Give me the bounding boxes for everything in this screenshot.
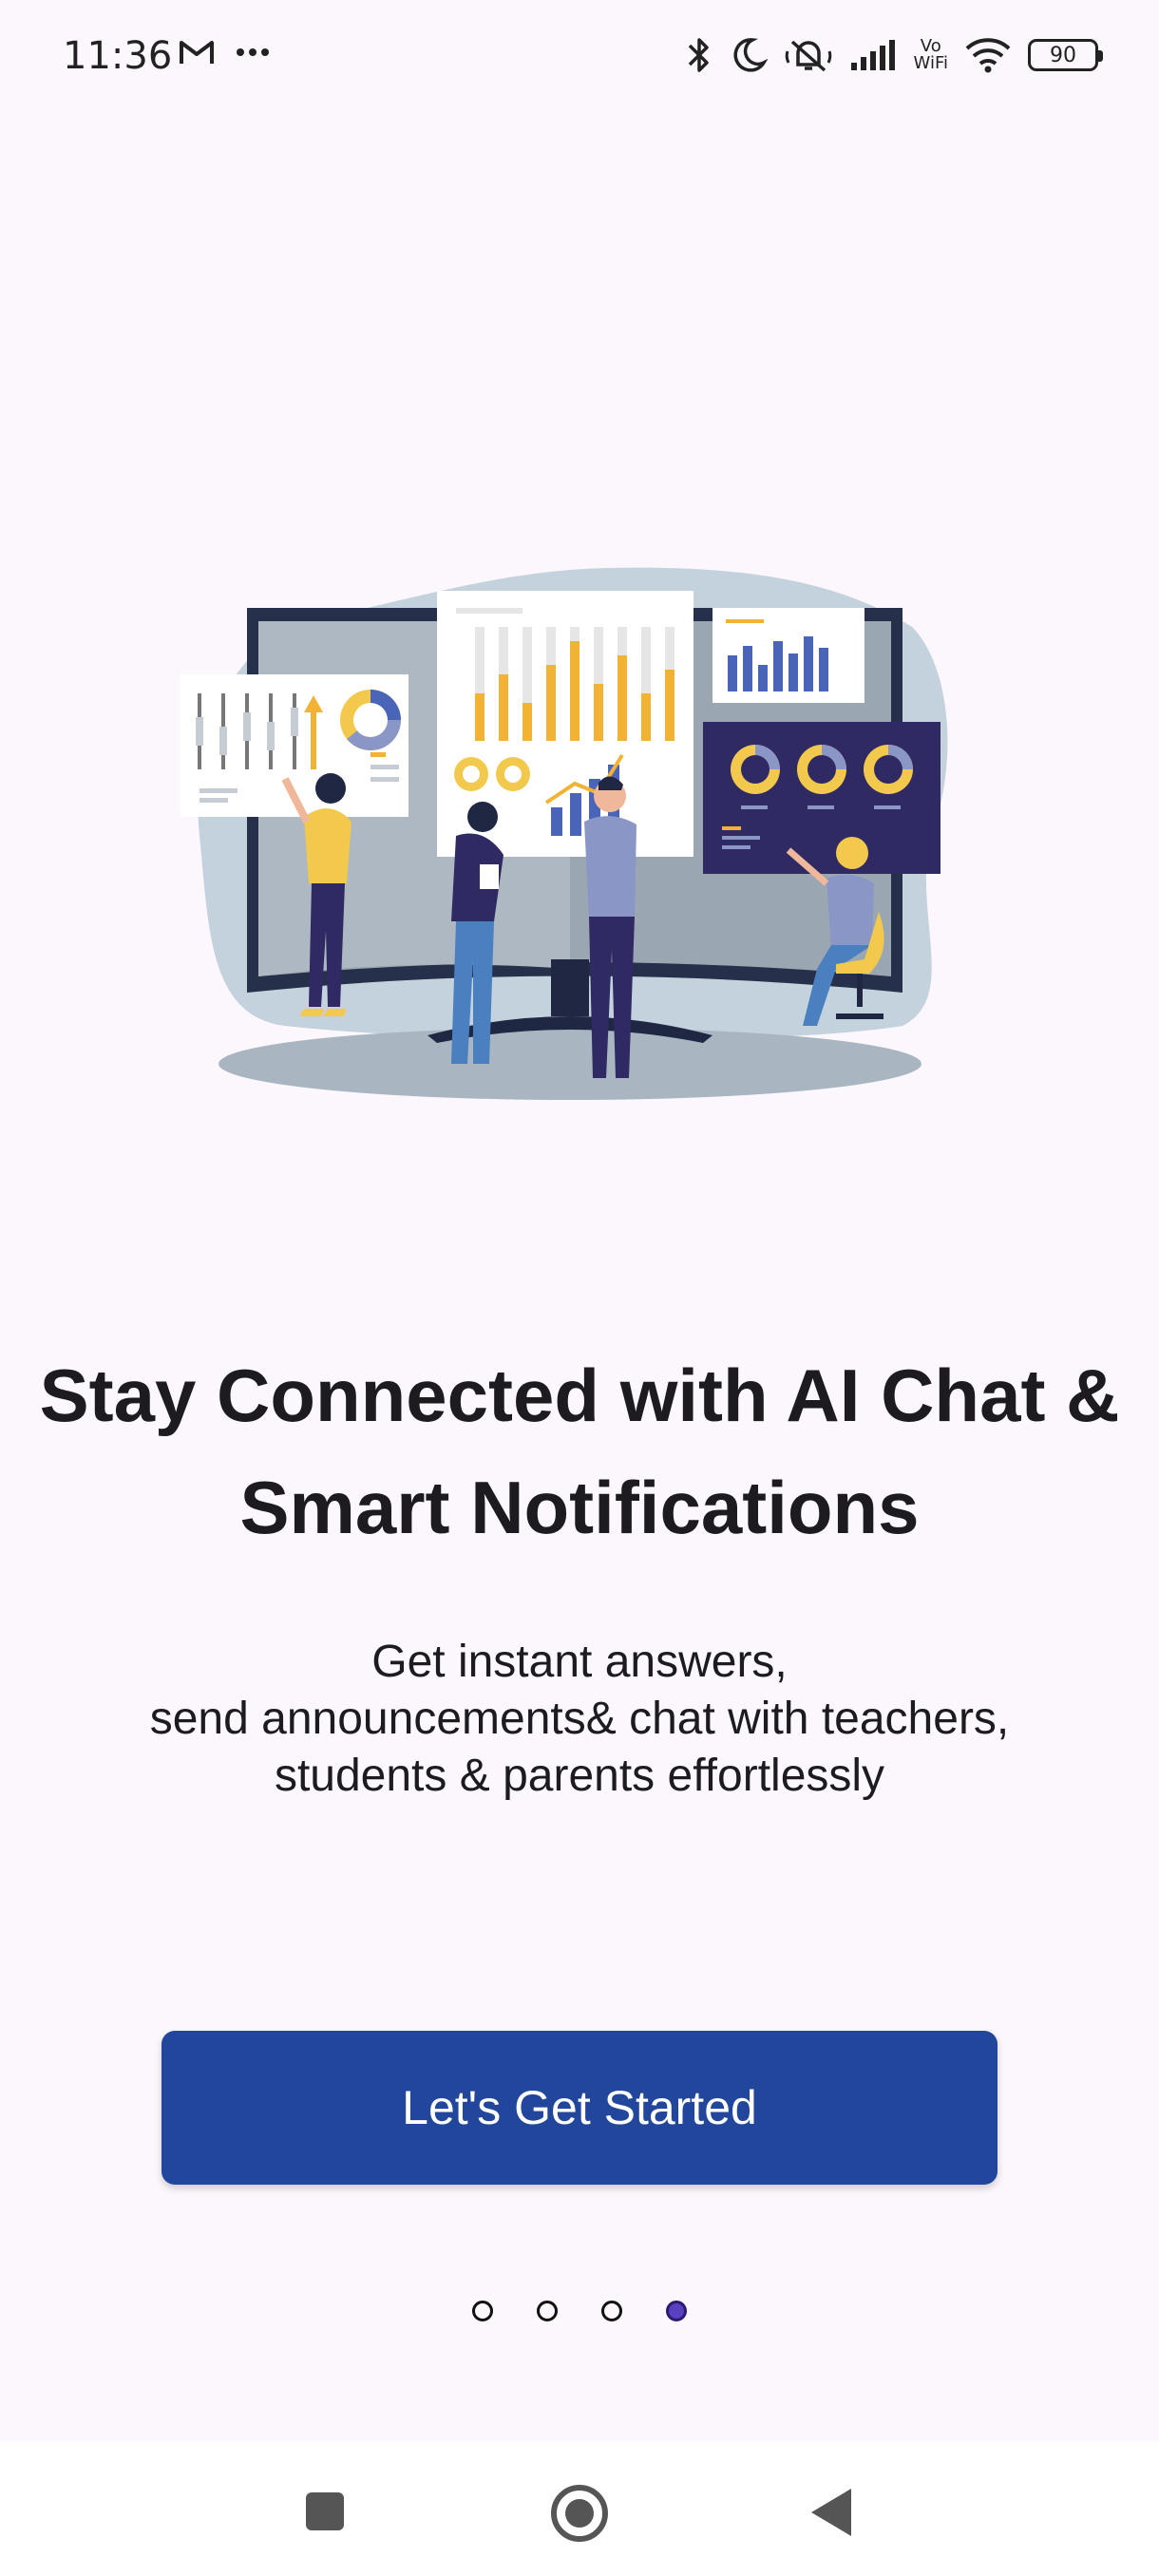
vowifi-bottom-label: WiFi [913, 53, 948, 73]
status-left-icons [179, 38, 270, 66]
battery-level: 90 [1050, 43, 1076, 67]
home-circle-icon[interactable] [549, 2483, 610, 2544]
more-dots-icon [237, 48, 269, 56]
page-dot-3[interactable] [601, 2301, 622, 2321]
onboarding-illustration [180, 567, 948, 1100]
onboarding-subtext: Get instant answers, send announcements&… [149, 1637, 1010, 1801]
page-dot-1[interactable] [472, 2301, 493, 2321]
battery-icon: 90 [1028, 39, 1103, 71]
recents-square-icon[interactable] [304, 2491, 346, 2532]
status-bar: 11:36 Vo WiFi 90 [0, 0, 1159, 114]
page-dot-4-active[interactable] [666, 2301, 687, 2321]
signal-icon [850, 40, 895, 70]
silent-bell-icon [785, 40, 831, 72]
bluetooth-icon [688, 38, 709, 72]
wifi-icon [965, 38, 1011, 73]
onboarding-headline: Stay Connected with AI Chat & Smart Noti… [0, 1339, 1159, 1563]
headline-text: Stay Connected with AI Chat & Smart Noti… [39, 1354, 1120, 1549]
back-triangle-icon[interactable] [809, 2487, 853, 2538]
vowifi-icon: Vo WiFi [914, 38, 948, 72]
get-started-button[interactable]: Let's Get Started [162, 2031, 998, 2185]
gmail-icon [180, 41, 214, 64]
status-right-icons: Vo WiFi 90 [686, 34, 1103, 76]
system-nav-bar [0, 2441, 1159, 2576]
page-dot-2[interactable] [537, 2301, 558, 2321]
do-not-disturb-moon-icon [733, 38, 768, 72]
page-indicator [0, 2301, 1159, 2321]
status-time: 11:36 [63, 34, 173, 78]
